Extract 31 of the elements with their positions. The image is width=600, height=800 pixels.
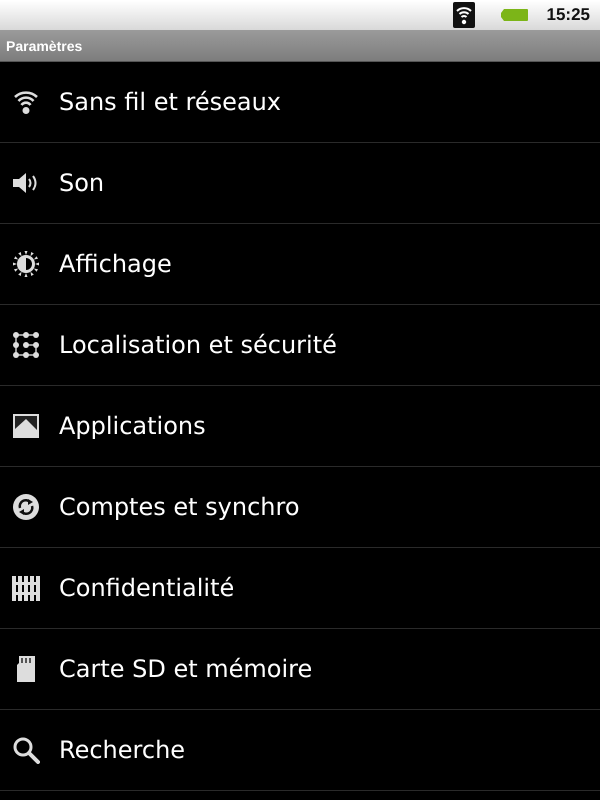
settings-item[interactable]: Localisation et sécurité [0,305,600,386]
wifi-icon [12,89,38,115]
settings-item[interactable]: Recherche [0,710,600,791]
settings-item[interactable]: Confidentialité [0,548,600,629]
item-label: Son [59,169,104,197]
sync-icon [12,493,40,521]
item-label: Applications [59,412,206,440]
speaker-icon [12,172,40,194]
item-label: Affichage [59,250,172,278]
settings-item[interactable]: Comptes et synchro [0,467,600,548]
item-label: Confidentialité [59,574,234,602]
item-label: Carte SD et mémoire [59,655,312,683]
settings-item[interactable]: Affichage [0,224,600,305]
settings-item[interactable]: Sans fil et réseaux [0,62,600,143]
search-icon [12,736,40,764]
settings-item[interactable]: Son [0,143,600,224]
item-label: Comptes et synchro [59,493,300,521]
sd-card-icon [16,655,36,683]
item-label: Recherche [59,736,186,764]
item-label: Localisation et sécurité [59,331,337,359]
screen-title: Paramètres [6,38,82,54]
clock-time: 15:25 [546,5,590,25]
picture-frame-icon [12,413,40,439]
wifi-signal-icon [452,2,475,28]
settings-item[interactable]: Carte SD et mémoire [0,629,600,710]
brightness-icon [12,250,40,278]
battery-icon [500,7,529,23]
pattern-grid-icon [12,331,40,359]
item-label: Sans fil et réseaux [59,88,281,116]
settings-item[interactable]: Applications [0,386,600,467]
fence-icon [12,575,40,601]
